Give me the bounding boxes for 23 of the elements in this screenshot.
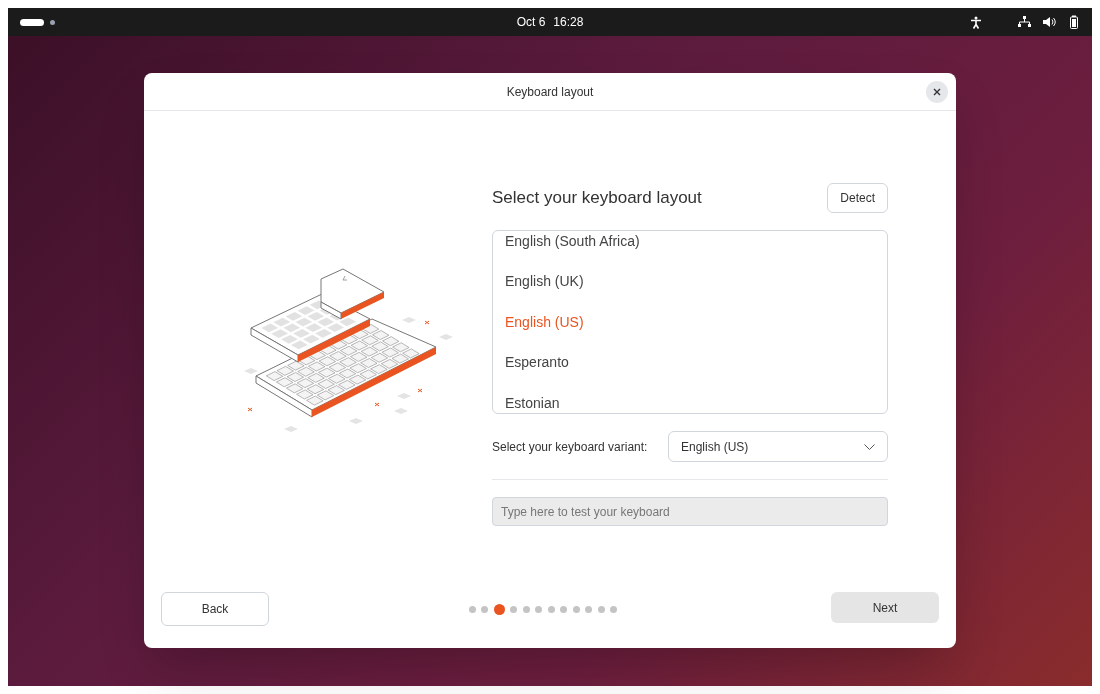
chevron-down-icon (864, 443, 875, 450)
accessibility-icon[interactable] (970, 15, 982, 29)
battery-icon[interactable] (1068, 15, 1080, 29)
close-icon (933, 88, 941, 96)
layout-list-item[interactable]: English (US) (493, 302, 887, 343)
detect-button[interactable]: Detect (827, 183, 888, 213)
close-button[interactable] (926, 81, 948, 103)
layout-list-item[interactable]: English (UK) (493, 261, 887, 302)
section-heading: Select your keyboard layout (492, 187, 702, 210)
variant-label: Select your keyboard variant: (492, 438, 648, 456)
network-icon[interactable] (1018, 16, 1031, 28)
variant-dropdown[interactable]: English (US) (668, 431, 888, 462)
date-text[interactable]: Oct 6 (516, 13, 546, 31)
layout-list-item[interactable]: Esperanto (493, 342, 887, 383)
layout-list-item[interactable]: English (South Africa) (493, 231, 887, 262)
back-button[interactable]: Back (161, 592, 269, 626)
dialog-title: Keyboard layout (506, 83, 594, 101)
workspace-indicator-icon[interactable] (20, 18, 44, 26)
keyboard-test-field[interactable]: Type here to test your keyboard (492, 497, 888, 526)
volume-icon[interactable] (1043, 16, 1056, 28)
layout-list-item[interactable]: Estonian (493, 383, 887, 413)
next-button[interactable]: Next (831, 592, 939, 623)
clock-text[interactable]: 16:28 (553, 13, 584, 31)
